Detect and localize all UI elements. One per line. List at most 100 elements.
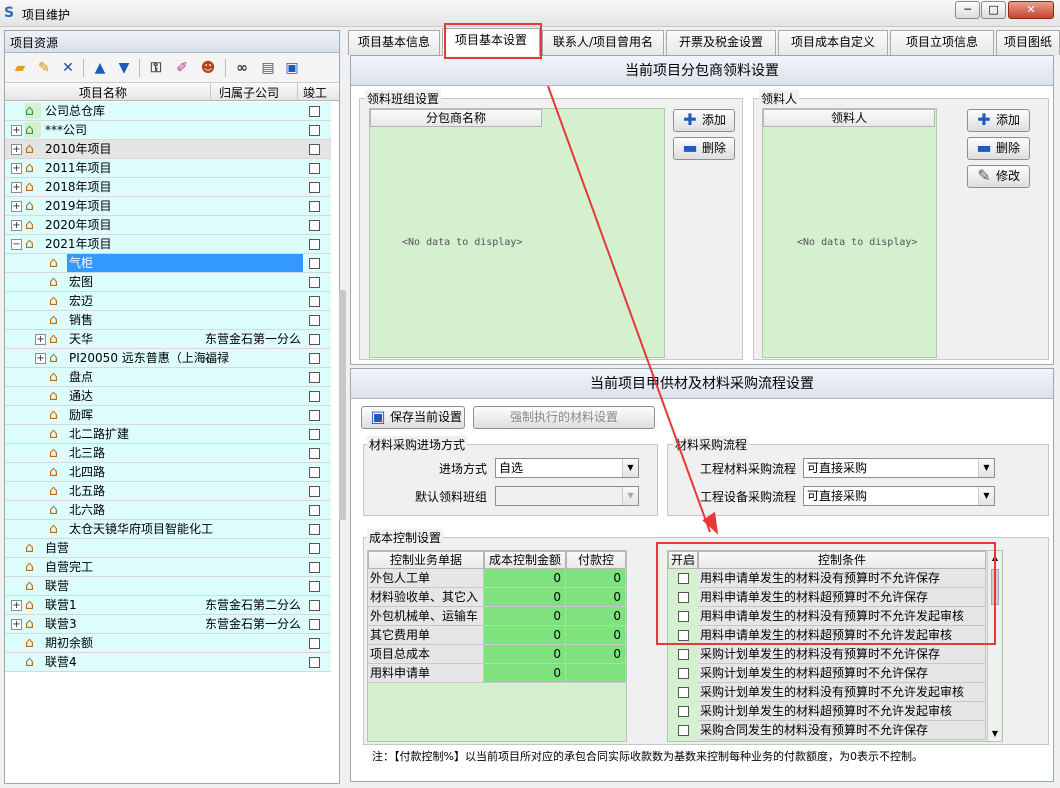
tree-row[interactable]: + ⌂ ***公司 xyxy=(5,121,331,140)
users-icon[interactable]: ☻ xyxy=(199,59,217,77)
tree-row[interactable]: + ⌂ 天华 东营金石第一分么 xyxy=(5,330,331,349)
tree-row[interactable]: ⌂ 北二路扩建 xyxy=(5,425,331,444)
minimize-button[interactable]: ─ xyxy=(955,1,980,19)
force-material-button[interactable]: 强制执行的材料设置 xyxy=(473,406,655,429)
tab-4[interactable]: 项目成本自定义 xyxy=(778,30,888,55)
completed-checkbox[interactable] xyxy=(309,581,320,592)
cost-cell-amount[interactable]: 0 xyxy=(484,626,566,645)
folder-edit-icon[interactable]: ✎ xyxy=(35,59,53,77)
expand-icon[interactable]: + xyxy=(11,182,22,193)
completed-checkbox[interactable] xyxy=(309,524,320,535)
completed-checkbox[interactable] xyxy=(309,125,320,136)
enable-checkbox[interactable] xyxy=(678,687,689,698)
completed-checkbox[interactable] xyxy=(309,543,320,554)
folder-add-icon[interactable]: ▰ xyxy=(11,59,29,77)
expand-icon[interactable]: + xyxy=(11,619,22,630)
completed-checkbox[interactable] xyxy=(309,619,320,630)
tree-row[interactable]: ⌂ 宏迈 xyxy=(5,292,331,311)
expand-icon[interactable]: + xyxy=(11,163,22,174)
delete-icon[interactable]: ✕ xyxy=(59,59,77,77)
document-icon[interactable]: ▤ xyxy=(259,59,277,77)
completed-checkbox[interactable] xyxy=(309,410,320,421)
completed-checkbox[interactable] xyxy=(309,391,320,402)
add-team-button[interactable]: ✚ 添加 xyxy=(673,109,735,132)
delete-person-button[interactable]: ▬ 删除 xyxy=(967,137,1030,160)
left-scrollbar[interactable] xyxy=(339,290,346,520)
tree-row[interactable]: ⌂ 北三路 xyxy=(5,444,331,463)
cost-cell-pay[interactable]: 0 xyxy=(566,588,626,607)
enable-checkbox[interactable] xyxy=(678,725,689,736)
tree-row[interactable]: ⌂ 北四路 xyxy=(5,463,331,482)
completed-checkbox[interactable] xyxy=(309,505,320,516)
completed-checkbox[interactable] xyxy=(309,201,320,212)
completed-checkbox[interactable] xyxy=(309,296,320,307)
enable-checkbox[interactable] xyxy=(678,706,689,717)
completed-checkbox[interactable] xyxy=(309,239,320,250)
completed-checkbox[interactable] xyxy=(309,106,320,117)
tree-row[interactable]: ⌂ 通达 xyxy=(5,387,331,406)
tree-row[interactable]: ⌂ 联营4 xyxy=(5,653,331,672)
completed-checkbox[interactable] xyxy=(309,600,320,611)
cost-cell-pay[interactable]: 0 xyxy=(566,607,626,626)
tab-3[interactable]: 开票及税金设置 xyxy=(666,30,776,55)
enable-checkbox[interactable] xyxy=(678,668,689,679)
tree-row[interactable]: ⌂ 北六路 xyxy=(5,501,331,520)
eng-flow-select[interactable]: 可直接采购 ▼ xyxy=(803,458,995,478)
close-button[interactable]: ✕ xyxy=(1008,1,1054,19)
tree-row[interactable]: ⌂ 自营完工 xyxy=(5,558,331,577)
tree-row[interactable]: + ⌂ 2020年项目 xyxy=(5,216,331,235)
person-grid[interactable]: 领料人 <No data to display> xyxy=(762,108,937,358)
tab-0[interactable]: 项目基本信息 xyxy=(348,30,440,55)
key-icon[interactable]: ⚿ xyxy=(147,59,165,77)
save-icon[interactable]: ▣ xyxy=(283,59,301,77)
tree-row[interactable]: + ⌂ 2019年项目 xyxy=(5,197,331,216)
tree-row[interactable]: + ⌂ 2018年项目 xyxy=(5,178,331,197)
cost-cell-pay[interactable] xyxy=(566,664,626,683)
save-settings-button[interactable]: ▣ 保存当前设置 xyxy=(361,406,465,429)
binoculars-icon[interactable]: ∞ xyxy=(233,59,251,77)
cost-control-grid[interactable]: 控制业务单据成本控制金额付款控制%外包人工单00材料验收单、其它入00外包机械单… xyxy=(367,550,627,742)
tree-row[interactable]: − ⌂ 2021年项目 xyxy=(5,235,331,254)
completed-checkbox[interactable] xyxy=(309,144,320,155)
expand-icon[interactable]: + xyxy=(11,201,22,212)
tree-row[interactable]: + ⌂ PI20050 远东普惠（上海、 福禄 xyxy=(5,349,331,368)
tree-row[interactable]: ⌂ 自营 xyxy=(5,539,331,558)
expand-icon[interactable]: + xyxy=(11,125,22,136)
scroll-down-icon[interactable]: ▼ xyxy=(988,727,1002,741)
completed-checkbox[interactable] xyxy=(309,315,320,326)
tree-row[interactable]: ⌂ 励晖 xyxy=(5,406,331,425)
completed-checkbox[interactable] xyxy=(309,448,320,459)
tree-row[interactable]: ⌂ 销售 xyxy=(5,311,331,330)
up-arrow-icon[interactable]: ▲ xyxy=(91,59,109,77)
completed-checkbox[interactable] xyxy=(309,638,320,649)
maximize-button[interactable]: □ xyxy=(981,1,1006,19)
expand-icon[interactable]: + xyxy=(11,144,22,155)
tab-5[interactable]: 项目立项信息 xyxy=(890,30,994,55)
cost-cell-amount[interactable]: 0 xyxy=(484,588,566,607)
entry-mode-select[interactable]: 自选 ▼ xyxy=(495,458,639,478)
tree-row[interactable]: + ⌂ 联营3 东营金石第一分么 xyxy=(5,615,331,634)
delete-team-button[interactable]: ▬ 删除 xyxy=(673,137,735,160)
tree-row[interactable]: + ⌂ 联营1 东营金石第二分么 xyxy=(5,596,331,615)
cost-cell-amount[interactable]: 0 xyxy=(484,569,566,588)
completed-checkbox[interactable] xyxy=(309,429,320,440)
tab-2[interactable]: 联系人/项目曾用名 xyxy=(542,30,664,55)
completed-checkbox[interactable] xyxy=(309,182,320,193)
expand-icon[interactable]: + xyxy=(11,600,22,611)
expand-icon[interactable]: + xyxy=(11,220,22,231)
completed-checkbox[interactable] xyxy=(309,562,320,573)
expand-icon[interactable]: + xyxy=(35,353,46,364)
tree-row[interactable]: ⌂ 太仓天镜华府项目智能化工 xyxy=(5,520,331,539)
tree-row[interactable]: + ⌂ 2011年项目 xyxy=(5,159,331,178)
cost-cell-amount[interactable]: 0 xyxy=(484,645,566,664)
dev-flow-select[interactable]: 可直接采购 ▼ xyxy=(803,486,995,506)
completed-checkbox[interactable] xyxy=(309,258,320,269)
edit-person-button[interactable]: ✎ 修改 xyxy=(967,165,1030,188)
add-person-button[interactable]: ✚ 添加 xyxy=(967,109,1030,132)
expand-icon[interactable]: + xyxy=(35,334,46,345)
down-arrow-icon[interactable]: ▼ xyxy=(115,59,133,77)
completed-checkbox[interactable] xyxy=(309,163,320,174)
completed-checkbox[interactable] xyxy=(309,334,320,345)
tree-row[interactable]: ⌂ 气柜 xyxy=(5,254,331,273)
brush-icon[interactable]: ✐ xyxy=(173,59,191,77)
